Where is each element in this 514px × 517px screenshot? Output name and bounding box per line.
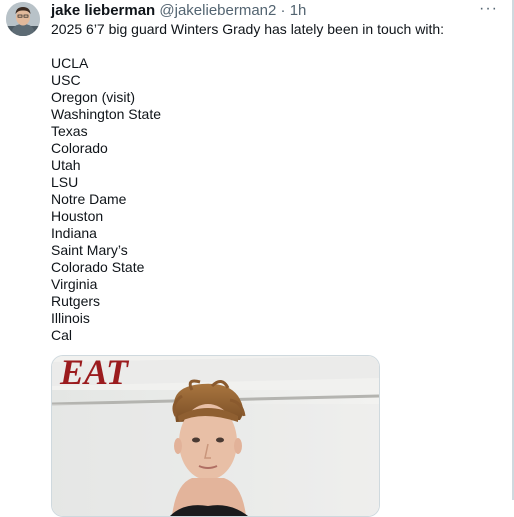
- tweet-media-photo[interactable]: EAT: [51, 355, 380, 517]
- timestamp[interactable]: 1h: [290, 2, 307, 19]
- author-handle[interactable]: @jakelieberman2: [159, 2, 276, 19]
- avatar-image: [6, 2, 40, 36]
- separator-dot: ·: [280, 2, 286, 19]
- tweet[interactable]: jake lieberman @jakelieberman2 · 1h ··· …: [0, 0, 512, 517]
- tweet-header: jake lieberman @jakelieberman2 · 1h: [51, 2, 306, 20]
- author-name[interactable]: jake lieberman: [51, 2, 155, 19]
- tweet-text: 2025 6’7 big guard Winters Grady has lat…: [51, 21, 445, 343]
- player-photo: EAT: [52, 356, 379, 516]
- banner-text: EAT: [59, 356, 130, 392]
- more-horizontal-icon[interactable]: ···: [479, 0, 498, 18]
- avatar[interactable]: [6, 2, 40, 36]
